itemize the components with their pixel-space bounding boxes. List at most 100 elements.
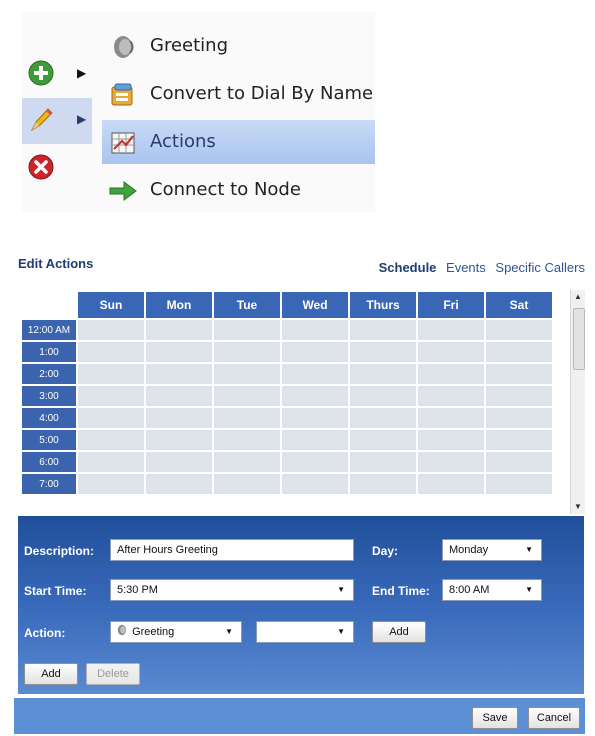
menu-item-actions[interactable]: Actions — [102, 120, 375, 164]
menu-item-connect-to-node[interactable]: Connect to Node — [102, 168, 375, 212]
schedule-cell[interactable] — [78, 320, 144, 340]
dropdown-arrow-icon: ▼ — [525, 585, 533, 594]
grid-scrollbar[interactable]: ▲ ▼ — [570, 290, 585, 514]
add-button[interactable]: Add — [24, 663, 78, 685]
schedule-cell[interactable] — [486, 430, 552, 450]
schedule-cell[interactable] — [214, 408, 280, 428]
schedule-cell[interactable] — [350, 320, 416, 340]
schedule-cell[interactable] — [418, 386, 484, 406]
delete-icon — [28, 154, 54, 180]
dropdown-arrow-icon: ▼ — [337, 585, 345, 594]
schedule-cell[interactable] — [146, 474, 212, 494]
dialog-footer: Save Cancel — [14, 698, 585, 734]
schedule-cell[interactable] — [418, 452, 484, 472]
dialog-title: Edit Actions — [18, 256, 94, 271]
schedule-cell[interactable] — [214, 430, 280, 450]
schedule-cell[interactable] — [350, 430, 416, 450]
schedule-cell[interactable] — [350, 408, 416, 428]
scroll-down-icon[interactable]: ▼ — [571, 500, 585, 514]
greeting-icon — [114, 36, 134, 58]
schedule-row: 5:00 — [22, 430, 552, 450]
greeting-icon — [117, 624, 127, 636]
schedule-cell[interactable] — [350, 342, 416, 362]
time-slot-label: 7:00 — [22, 474, 76, 494]
schedule-cell[interactable] — [486, 452, 552, 472]
schedule-cell[interactable] — [78, 408, 144, 428]
delete-node-button[interactable] — [22, 146, 92, 192]
save-button[interactable]: Save — [472, 707, 518, 729]
schedule-cell[interactable] — [214, 386, 280, 406]
schedule-cell[interactable] — [78, 342, 144, 362]
scroll-up-icon[interactable]: ▲ — [571, 290, 585, 304]
schedule-cell[interactable] — [486, 474, 552, 494]
schedule-cell[interactable] — [418, 474, 484, 494]
schedule-cell[interactable] — [78, 474, 144, 494]
schedule-cell[interactable] — [282, 386, 348, 406]
time-slot-label: 3:00 — [22, 386, 76, 406]
schedule-cell[interactable] — [78, 430, 144, 450]
action-select-value: Greeting — [132, 626, 175, 638]
day-header-wed: Wed — [282, 292, 348, 318]
tab-events[interactable]: Events — [446, 260, 486, 275]
scroll-thumb[interactable] — [573, 308, 585, 370]
tab-schedule[interactable]: Schedule — [379, 260, 437, 275]
schedule-cell[interactable] — [146, 430, 212, 450]
menu-item-convert-dial-by-name[interactable]: Convert to Dial By Name — [102, 72, 375, 116]
schedule-cell[interactable] — [418, 408, 484, 428]
action-select[interactable]: Greeting ▼ — [110, 621, 242, 643]
schedule-cell[interactable] — [146, 386, 212, 406]
schedule-cell[interactable] — [282, 364, 348, 384]
action-target-select[interactable]: ▼ — [256, 621, 354, 643]
description-label: Description: — [24, 544, 95, 558]
schedule-cell[interactable] — [418, 430, 484, 450]
schedule-cell[interactable] — [146, 320, 212, 340]
submenu-arrow-icon: ▶ — [77, 66, 87, 80]
schedule-cell[interactable] — [418, 364, 484, 384]
schedule-cell[interactable] — [146, 408, 212, 428]
schedule-cell[interactable] — [282, 474, 348, 494]
schedule-cell[interactable] — [486, 386, 552, 406]
schedule-cell[interactable] — [282, 320, 348, 340]
schedule-cell[interactable] — [78, 386, 144, 406]
schedule-cell[interactable] — [78, 364, 144, 384]
day-select[interactable]: Monday ▼ — [442, 539, 542, 561]
schedule-cell[interactable] — [282, 342, 348, 362]
schedule-cell[interactable] — [282, 408, 348, 428]
schedule-cell[interactable] — [350, 386, 416, 406]
schedule-cell[interactable] — [486, 408, 552, 428]
edit-pencil-icon — [30, 108, 53, 132]
end-time-select[interactable]: 8:00 AM ▼ — [442, 579, 542, 601]
schedule-cell[interactable] — [486, 320, 552, 340]
schedule-cell[interactable] — [214, 320, 280, 340]
schedule-cell[interactable] — [78, 452, 144, 472]
schedule-cell[interactable] — [146, 452, 212, 472]
schedule-cell[interactable] — [418, 320, 484, 340]
schedule-cell[interactable] — [486, 342, 552, 362]
end-time-value: 8:00 AM — [449, 584, 490, 596]
schedule-cell[interactable] — [214, 342, 280, 362]
schedule-cell[interactable] — [214, 452, 280, 472]
tab-specific-callers[interactable]: Specific Callers — [495, 260, 585, 275]
action-add-button[interactable]: Add — [372, 621, 426, 643]
schedule-cell[interactable] — [214, 474, 280, 494]
schedule-cell[interactable] — [418, 342, 484, 362]
schedule-cell[interactable] — [350, 452, 416, 472]
schedule-cell[interactable] — [214, 364, 280, 384]
menu-item-greeting[interactable]: Greeting — [102, 24, 375, 68]
schedule-cell[interactable] — [282, 430, 348, 450]
start-time-select[interactable]: 5:30 PM ▼ — [110, 579, 354, 601]
schedule-cell[interactable] — [146, 342, 212, 362]
edit-node-button[interactable]: ▶ — [22, 98, 92, 144]
schedule-cell[interactable] — [350, 364, 416, 384]
delete-button[interactable]: Delete — [86, 663, 140, 685]
time-slot-label: 5:00 — [22, 430, 76, 450]
schedule-cell[interactable] — [146, 364, 212, 384]
add-node-button[interactable]: ▶ — [22, 52, 92, 98]
time-slot-label: 1:00 — [22, 342, 76, 362]
schedule-cell[interactable] — [486, 364, 552, 384]
cancel-button[interactable]: Cancel — [528, 707, 580, 729]
schedule-cell[interactable] — [282, 452, 348, 472]
schedule-cell[interactable] — [350, 474, 416, 494]
action-form-panel: Description: After Hours Greeting Day: M… — [18, 516, 584, 694]
description-field[interactable]: After Hours Greeting — [110, 539, 354, 561]
